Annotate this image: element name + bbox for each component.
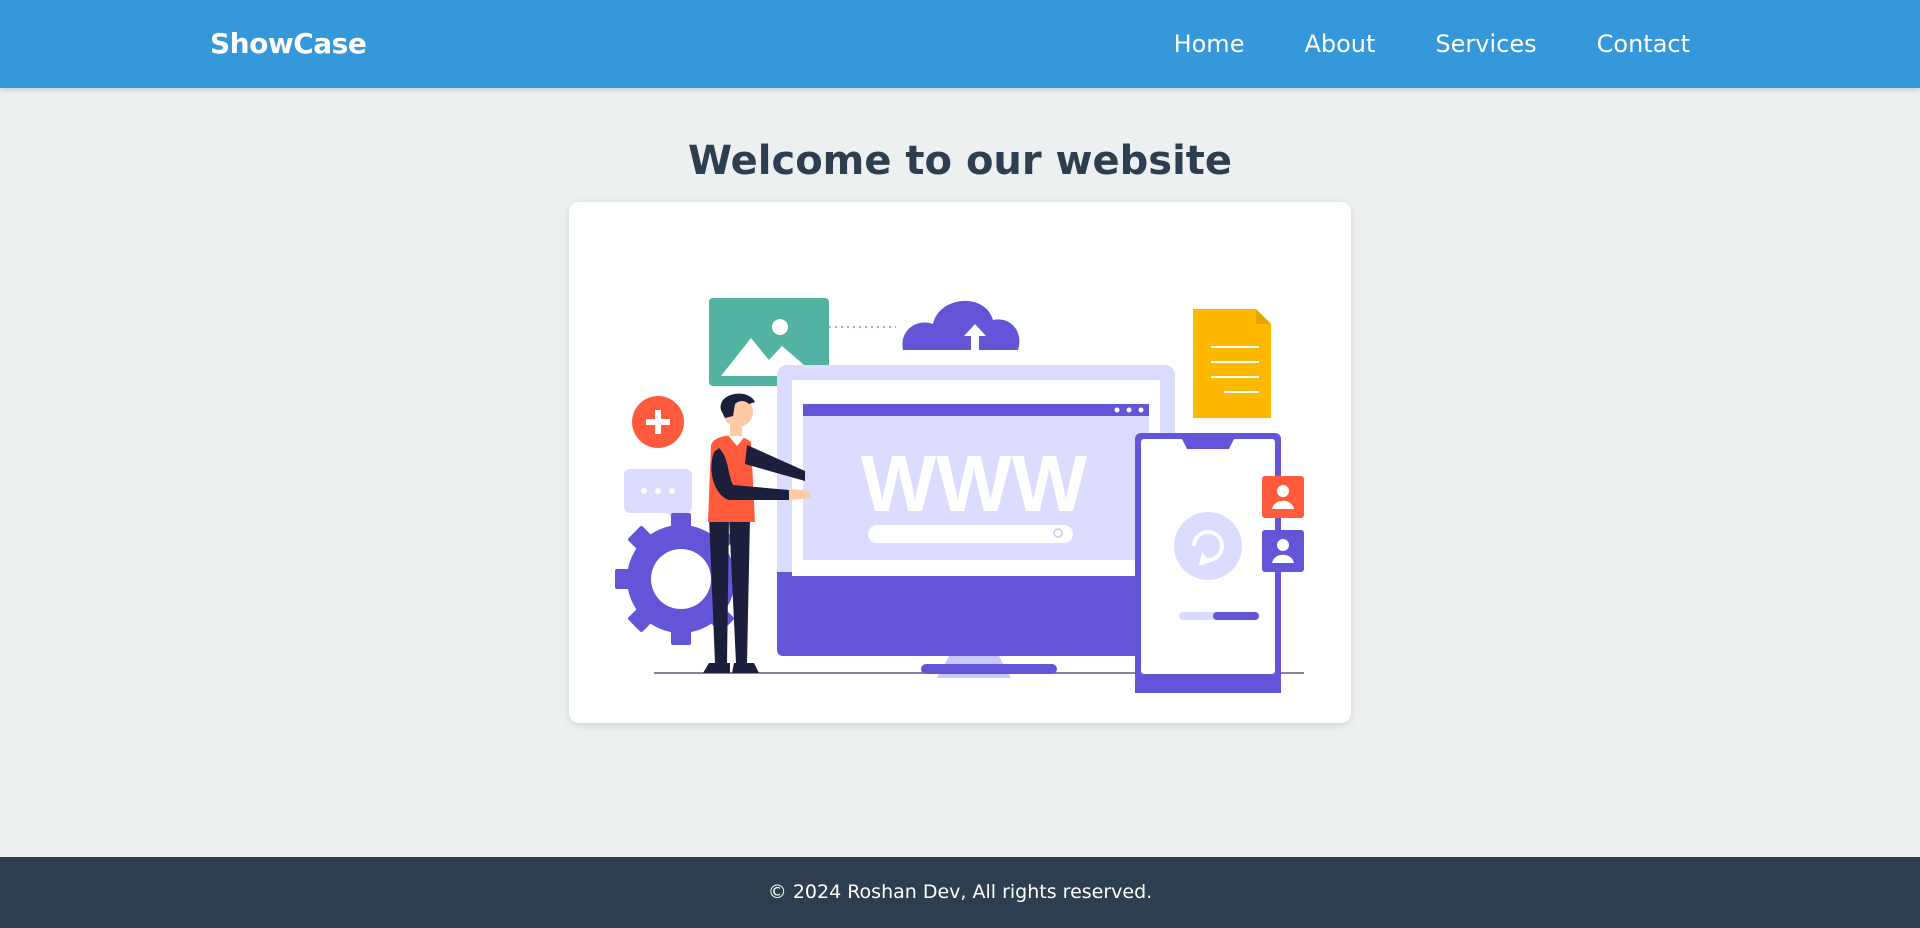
nav-link-home[interactable]: Home: [1174, 27, 1245, 61]
page-title: Welcome to our website: [687, 138, 1233, 184]
screen-www-text: WWW: [861, 439, 1088, 528]
nav-link-about[interactable]: About: [1304, 27, 1375, 61]
navbar: ShowCase Home About Services Contact: [0, 0, 1920, 88]
cloud-upload-icon: [902, 300, 1020, 350]
phone: [1135, 433, 1281, 693]
document-icon: [1193, 309, 1271, 418]
hero-card: WWW: [569, 202, 1351, 723]
nav-link-services[interactable]: Services: [1435, 27, 1536, 61]
hero-illustration: WWW: [615, 298, 1304, 693]
plus-icon: [632, 396, 684, 448]
copyright-text: © 2024 Roshan Dev, All rights reserved.: [767, 881, 1153, 903]
brand-logo[interactable]: ShowCase: [210, 26, 367, 62]
nav-link-contact[interactable]: Contact: [1597, 27, 1690, 61]
footer: © 2024 Roshan Dev, All rights reserved.: [0, 857, 1920, 928]
refresh-icon: [1174, 512, 1242, 580]
nav-links: Home About Services Contact: [1174, 27, 1690, 61]
monitor: WWW: [777, 365, 1175, 678]
